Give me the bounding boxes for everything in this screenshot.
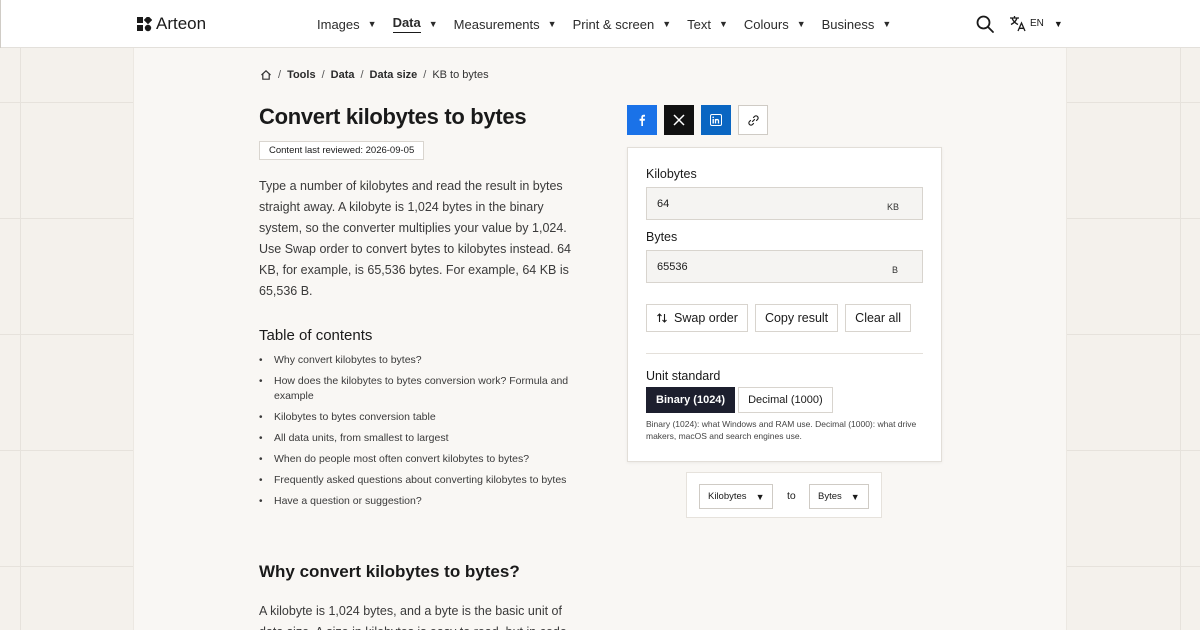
breadcrumb-separator: / [321, 69, 325, 81]
nav-label: Text [687, 16, 711, 32]
bytes-value: 65536 [657, 260, 688, 273]
swap-order-button[interactable]: Swap order [646, 304, 748, 332]
linkedin-icon [710, 114, 722, 126]
nav-item-text[interactable]: Text ▼ [687, 0, 728, 48]
nav-item-colours[interactable]: Colours ▼ [744, 0, 806, 48]
chevron-down-icon: ▼ [755, 491, 765, 502]
kilobytes-unit: KB [887, 202, 900, 212]
copy-result-button[interactable]: Copy result [754, 304, 839, 332]
toc-item[interactable]: Frequently asked questions about convert… [259, 473, 589, 488]
language-code: EN [1030, 18, 1044, 29]
intro-paragraph: Type a number of kilobytes and read the … [259, 179, 571, 298]
unit-standard-note: Binary (1024): what Windows and RAM use.… [646, 419, 917, 441]
breadcrumb-tools[interactable]: Tools [287, 69, 316, 81]
translate-icon [1010, 16, 1026, 32]
nav-label: Business [821, 16, 875, 32]
decimal-option[interactable]: Decimal (1000) [738, 387, 833, 413]
chevron-down-icon: ▼ [367, 19, 377, 29]
nav-item-images[interactable]: Images ▼ [317, 0, 377, 48]
chevron-down-icon: ▼ [662, 19, 672, 29]
toc-item[interactable]: Have a question or suggestion? [259, 494, 589, 509]
section-heading-why: Why convert kilobytes to bytes? [259, 562, 520, 581]
toc-item[interactable]: When do people most often convert kiloby… [259, 452, 589, 467]
article-column: Convert kilobytes to bytes Content last … [259, 103, 599, 515]
share-buttons [627, 105, 768, 135]
to-word: to [787, 490, 796, 502]
main-nav: Images ▼ Data ▼ Measurements ▼ Print & scre… [317, 0, 907, 48]
breadcrumb: / Tools / Data / Data size / KB to bytes [260, 69, 489, 81]
bytes-input[interactable]: 65536 B [646, 250, 923, 283]
nav-item-measurements[interactable]: Measurements ▼ [454, 0, 557, 48]
divider [646, 353, 923, 354]
window-edge [0, 0, 1, 48]
nav-label: Colours [743, 16, 789, 32]
chevron-down-icon: ▼ [719, 19, 728, 29]
unit-standard-label: Unit standard [646, 369, 721, 383]
toc-item[interactable]: How does the kilobytes to bytes conversi… [259, 374, 589, 404]
breadcrumb-separator: / [423, 69, 427, 81]
arteon-logo-icon [137, 16, 152, 31]
breadcrumb-separator: / [278, 69, 282, 81]
breadcrumb-data-size[interactable]: Data size [370, 69, 418, 81]
language-selector[interactable]: EN ▼ [1009, 15, 1063, 32]
site-header: Arteon Images ▼ Data ▼ Measurements ▼ Print… [0, 0, 1200, 48]
toc-item[interactable]: All data units, from smallest to largest [259, 431, 589, 446]
breadcrumb-current: KB to bytes [432, 69, 489, 81]
nav-item-business[interactable]: Business ▼ [822, 0, 892, 48]
breadcrumb-data[interactable]: Data [331, 69, 355, 81]
linkedin-share-button[interactable] [701, 105, 731, 135]
chevron-down-icon: ▼ [547, 19, 557, 29]
unit-standard-toggle: Binary (1024) Decimal (1000) [646, 387, 833, 413]
converter-actions: Swap order Copy result Clear all [646, 304, 912, 332]
chevron-down-icon: ▼ [428, 19, 438, 29]
facebook-icon [639, 114, 645, 126]
copy-link-button[interactable] [738, 105, 768, 135]
home-icon[interactable] [260, 69, 272, 81]
search-icon[interactable] [975, 14, 995, 34]
swap-icon [657, 313, 667, 323]
nav-label: Data [392, 15, 421, 33]
to-unit-select-value: Bytes [818, 491, 842, 502]
clear-all-button[interactable]: Clear all [845, 304, 912, 332]
nav-item-data[interactable]: Data ▼ [392, 0, 438, 48]
table-of-contents: Why convert kilobytes to bytes? How does… [259, 353, 599, 509]
page-title: Convert kilobytes to bytes [259, 104, 527, 129]
nav-item-print-screen[interactable]: Print & screen ▼ [573, 0, 672, 48]
nav-label: Print & screen [572, 16, 655, 32]
chevron-down-icon: ▼ [796, 19, 806, 29]
reviewed-badge: Content last reviewed: 2026-09-05 [259, 141, 425, 160]
unit-pair-selector: Kilobytes ▼ to Bytes ▼ [686, 472, 882, 518]
converter-card: Kilobytes 64 KB Bytes 65536 B Swap order… [627, 147, 942, 462]
kilobytes-input[interactable]: 64 KB [646, 187, 923, 220]
from-unit-select[interactable]: Kilobytes ▼ [699, 484, 774, 509]
nav-label: Measurements [453, 16, 540, 32]
from-unit-select-value: Kilobytes [708, 491, 747, 502]
toc-item[interactable]: Why convert kilobytes to bytes? [259, 353, 589, 368]
brand-name: Arteon [156, 14, 207, 33]
x-share-button[interactable] [664, 105, 694, 135]
toc-title: Table of contents [259, 327, 373, 344]
chevron-down-icon: ▼ [1053, 18, 1063, 29]
kilobytes-value: 64 [657, 197, 670, 210]
toc-item[interactable]: Kilobytes to bytes conversion table [259, 410, 589, 425]
x-icon [673, 114, 685, 126]
why-paragraph: A kilobyte is 1,024 bytes, and a byte is… [259, 604, 567, 630]
to-unit-select[interactable]: Bytes ▼ [809, 484, 869, 509]
link-icon [747, 114, 759, 126]
brand-logo[interactable]: Arteon [137, 14, 206, 34]
swap-order-label: Swap order [674, 311, 738, 325]
chevron-down-icon: ▼ [850, 491, 860, 502]
to-unit-label: Bytes [646, 230, 678, 244]
bytes-unit: B [892, 265, 899, 275]
facebook-share-button[interactable] [627, 105, 657, 135]
chevron-down-icon: ▼ [882, 19, 892, 29]
from-unit-label: Kilobytes [646, 167, 697, 181]
breadcrumb-separator: / [360, 69, 364, 81]
nav-label: Images [317, 16, 360, 32]
binary-option[interactable]: Binary (1024) [646, 387, 736, 413]
